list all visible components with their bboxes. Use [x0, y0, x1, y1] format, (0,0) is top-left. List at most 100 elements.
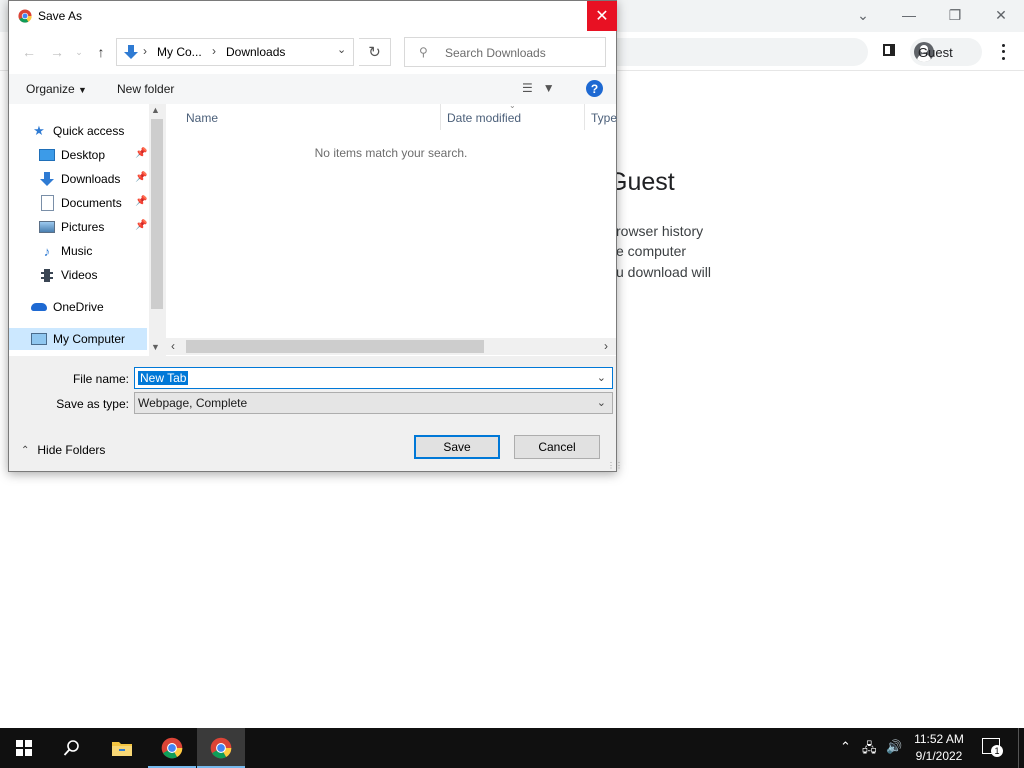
desktop-icon: [39, 147, 55, 163]
empty-message: No items match your search.: [314, 146, 468, 160]
save-as-type-label: Save as type:: [56, 397, 129, 411]
nav-item-label: Documents: [61, 196, 122, 210]
chevron-right-icon: ›: [143, 44, 147, 58]
dialog-titlebar[interactable]: Save As ✕: [9, 1, 617, 32]
forward-arrow-icon[interactable]: →: [49, 44, 65, 60]
column-header-date-modified[interactable]: Date modified: [447, 111, 521, 125]
chrome-taskbar-button[interactable]: [148, 728, 196, 768]
organize-button[interactable]: Organize ▼: [26, 82, 87, 96]
clock-time: 11:52 AM: [914, 732, 964, 746]
save-button[interactable]: Save: [414, 435, 500, 459]
save-as-type-select[interactable]: Webpage, Complete ⌄: [134, 392, 613, 414]
taskbar: ⌃ 🖧 🔊 11:52 AM 9/1/2022 1: [0, 728, 1024, 768]
dialog-title: Save As: [38, 9, 83, 23]
pin-icon: 📌: [135, 220, 148, 231]
search-icon: [63, 740, 79, 756]
address-segment[interactable]: Downloads: [226, 45, 285, 59]
column-header-name[interactable]: Name: [186, 111, 218, 125]
nav-item-pictures[interactable]: Pictures 📌: [39, 216, 149, 238]
help-icon[interactable]: ?: [586, 80, 603, 97]
navigation-scrollbar[interactable]: ▲ ▼: [149, 104, 165, 356]
guest-text-line: u download will: [616, 264, 711, 280]
nav-item-my-computer[interactable]: My Computer: [9, 328, 147, 350]
chevron-up-icon[interactable]: ⌃: [840, 739, 851, 755]
taskbar-clock[interactable]: 11:52 AM 9/1/2022: [906, 731, 972, 765]
folder-icon: [112, 742, 132, 756]
cloud-icon: [31, 299, 47, 315]
cancel-button[interactable]: Cancel: [514, 435, 600, 459]
network-icon[interactable]: 🖧: [862, 739, 877, 761]
scroll-down-icon[interactable]: ▼: [151, 342, 160, 352]
scrollbar-thumb[interactable]: [151, 119, 163, 309]
recent-locations-icon[interactable]: ⌄: [71, 44, 87, 60]
pin-icon: 📌: [135, 148, 148, 159]
hide-folders-label: Hide Folders: [37, 443, 106, 457]
profile-button[interactable]: Guest: [910, 38, 982, 66]
nav-item-downloads[interactable]: Downloads 📌: [39, 168, 149, 190]
profile-label: Guest: [918, 44, 953, 60]
download-arrow-icon: [124, 45, 138, 59]
nav-item-label: Pictures: [61, 220, 105, 234]
chevron-down-icon[interactable]: ⌄: [337, 43, 346, 56]
column-header-type[interactable]: Type: [591, 111, 617, 125]
file-list: Name ⌄ Date modified Type No items match…: [166, 101, 617, 356]
chrome-taskbar-button-active[interactable]: [197, 728, 245, 768]
file-explorer-button[interactable]: [98, 728, 146, 768]
pin-icon: 📌: [135, 172, 148, 183]
nav-item-label: Downloads: [61, 172, 121, 186]
column-divider[interactable]: [440, 104, 441, 130]
pin-icon: 📌: [135, 196, 148, 207]
show-desktop-button[interactable]: [1018, 728, 1019, 768]
nav-item-desktop[interactable]: Desktop 📌: [39, 144, 149, 166]
notification-badge: 1: [991, 745, 1003, 757]
new-folder-button[interactable]: New folder: [117, 82, 174, 96]
scrollbar-thumb[interactable]: [186, 340, 484, 353]
notification-icon[interactable]: 1: [982, 738, 1003, 757]
scroll-right-icon[interactable]: ›: [604, 339, 608, 353]
browser-minimize-button[interactable]: —: [886, 0, 932, 30]
dialog-close-button[interactable]: ✕: [587, 1, 617, 31]
download-arrow-icon: [39, 171, 55, 187]
resize-grip-icon[interactable]: ⋮⋮: [607, 461, 623, 470]
start-button[interactable]: [0, 728, 48, 768]
nav-item-label: Videos: [61, 268, 98, 282]
file-name-label: File name:: [72, 372, 129, 386]
search-icon: ⚲: [419, 45, 428, 59]
browser-restore-button[interactable]: ❐: [932, 0, 978, 30]
chrome-icon: [210, 737, 232, 759]
back-arrow-icon[interactable]: ←: [21, 44, 37, 60]
scroll-left-icon[interactable]: ‹: [171, 339, 175, 353]
address-bar[interactable]: › My Co... › Downloads ⌄: [116, 38, 354, 66]
search-button[interactable]: [48, 728, 96, 768]
browser-tab-search-icon[interactable]: ⌄: [840, 0, 886, 30]
nav-item-label: Quick access: [53, 124, 125, 138]
nav-item-documents[interactable]: Documents 📌: [39, 192, 149, 214]
search-input[interactable]: ⚲ Search Downloads: [404, 37, 606, 67]
browser-menu-icon[interactable]: [996, 42, 1010, 62]
nav-item-videos[interactable]: Videos: [39, 264, 149, 286]
browser-close-button[interactable]: ✕: [978, 0, 1024, 30]
guest-heading: Guest: [608, 168, 675, 196]
file-name-input[interactable]: New Tab ⌄: [134, 367, 613, 389]
chevron-down-icon[interactable]: ⌄: [597, 371, 606, 384]
clock-date: 9/1/2022: [915, 749, 963, 763]
horizontal-scrollbar[interactable]: ‹ ›: [166, 338, 616, 355]
nav-item-music[interactable]: ♪ Music: [39, 240, 149, 262]
chrome-icon: [161, 737, 183, 759]
scroll-up-icon[interactable]: ▲: [151, 105, 160, 115]
chevron-up-icon: ⌃: [21, 444, 30, 456]
column-divider[interactable]: [584, 104, 585, 130]
volume-icon[interactable]: 🔊: [886, 739, 902, 755]
side-panel-icon[interactable]: [883, 44, 895, 56]
chevron-right-icon: ›: [212, 44, 216, 58]
guest-text-line: e computer: [616, 243, 687, 259]
computer-icon: [31, 331, 47, 347]
hide-folders-button[interactable]: ⌃ Hide Folders: [21, 443, 105, 457]
chrome-icon: [18, 9, 32, 23]
browser-address-bar[interactable]: [600, 38, 868, 66]
address-segment[interactable]: My Co...: [157, 45, 202, 59]
view-options-icon[interactable]: ☰ ▼: [522, 81, 555, 95]
chevron-down-icon[interactable]: ⌄: [597, 396, 606, 409]
up-arrow-icon[interactable]: ↑: [93, 44, 109, 60]
refresh-icon[interactable]: ↻: [359, 38, 391, 66]
